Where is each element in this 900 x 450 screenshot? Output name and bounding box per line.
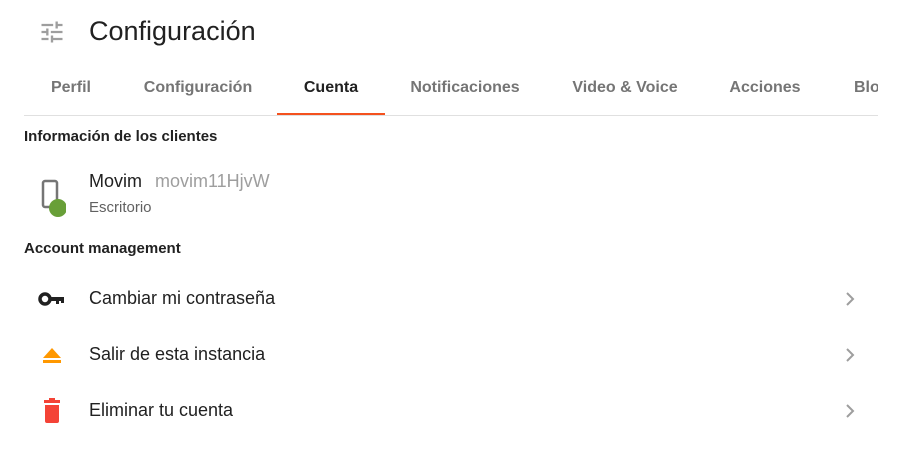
phone-icon [41,179,66,217]
client-name: Movim [89,171,142,191]
account-section-title: Account management [24,240,181,257]
trash-icon [44,398,60,423]
chevron-right-icon [846,292,855,306]
leave-instance-row[interactable]: Salir de esta instancia [0,328,900,382]
tab-video-voice[interactable]: Video & Voice [545,66,705,114]
client-jid: movim11HjvW [155,171,270,191]
change-password-label: Cambiar mi contraseña [89,288,276,308]
tab-perfil[interactable]: Perfil [24,66,118,114]
tab-notificaciones[interactable]: Notificaciones [385,66,545,114]
eject-icon [43,348,61,363]
key-icon [38,292,64,306]
tab-acciones[interactable]: Acciones [705,66,825,114]
tab-bar: Perfil Configuración Cuenta Notificacion… [24,66,878,116]
chevron-right-icon [846,348,855,362]
tune-icon[interactable] [38,18,66,46]
tab-cuenta-label: Cuenta [303,79,359,96]
clients-section-title: Información de los clientes [24,128,218,145]
active-tab-indicator [277,113,385,115]
delete-account-label: Eliminar tu cuenta [89,400,234,420]
tab-blo[interactable]: Blo [825,66,878,114]
page-title: Configuración [89,16,256,46]
change-password-row[interactable]: Cambiar mi contraseña [0,272,900,326]
leave-instance-label: Salir de esta instancia [89,344,266,364]
delete-account-row[interactable]: Eliminar tu cuenta [0,384,900,438]
page-header: Configuración [0,0,900,64]
tab-configuracion[interactable]: Configuración [118,66,278,114]
client-item[interactable]: Movim movim11HjvW Escritorio [0,166,900,224]
client-type: Escritorio [89,199,152,216]
chevron-right-icon [846,404,855,418]
tab-cuenta[interactable]: Cuenta [277,66,385,115]
